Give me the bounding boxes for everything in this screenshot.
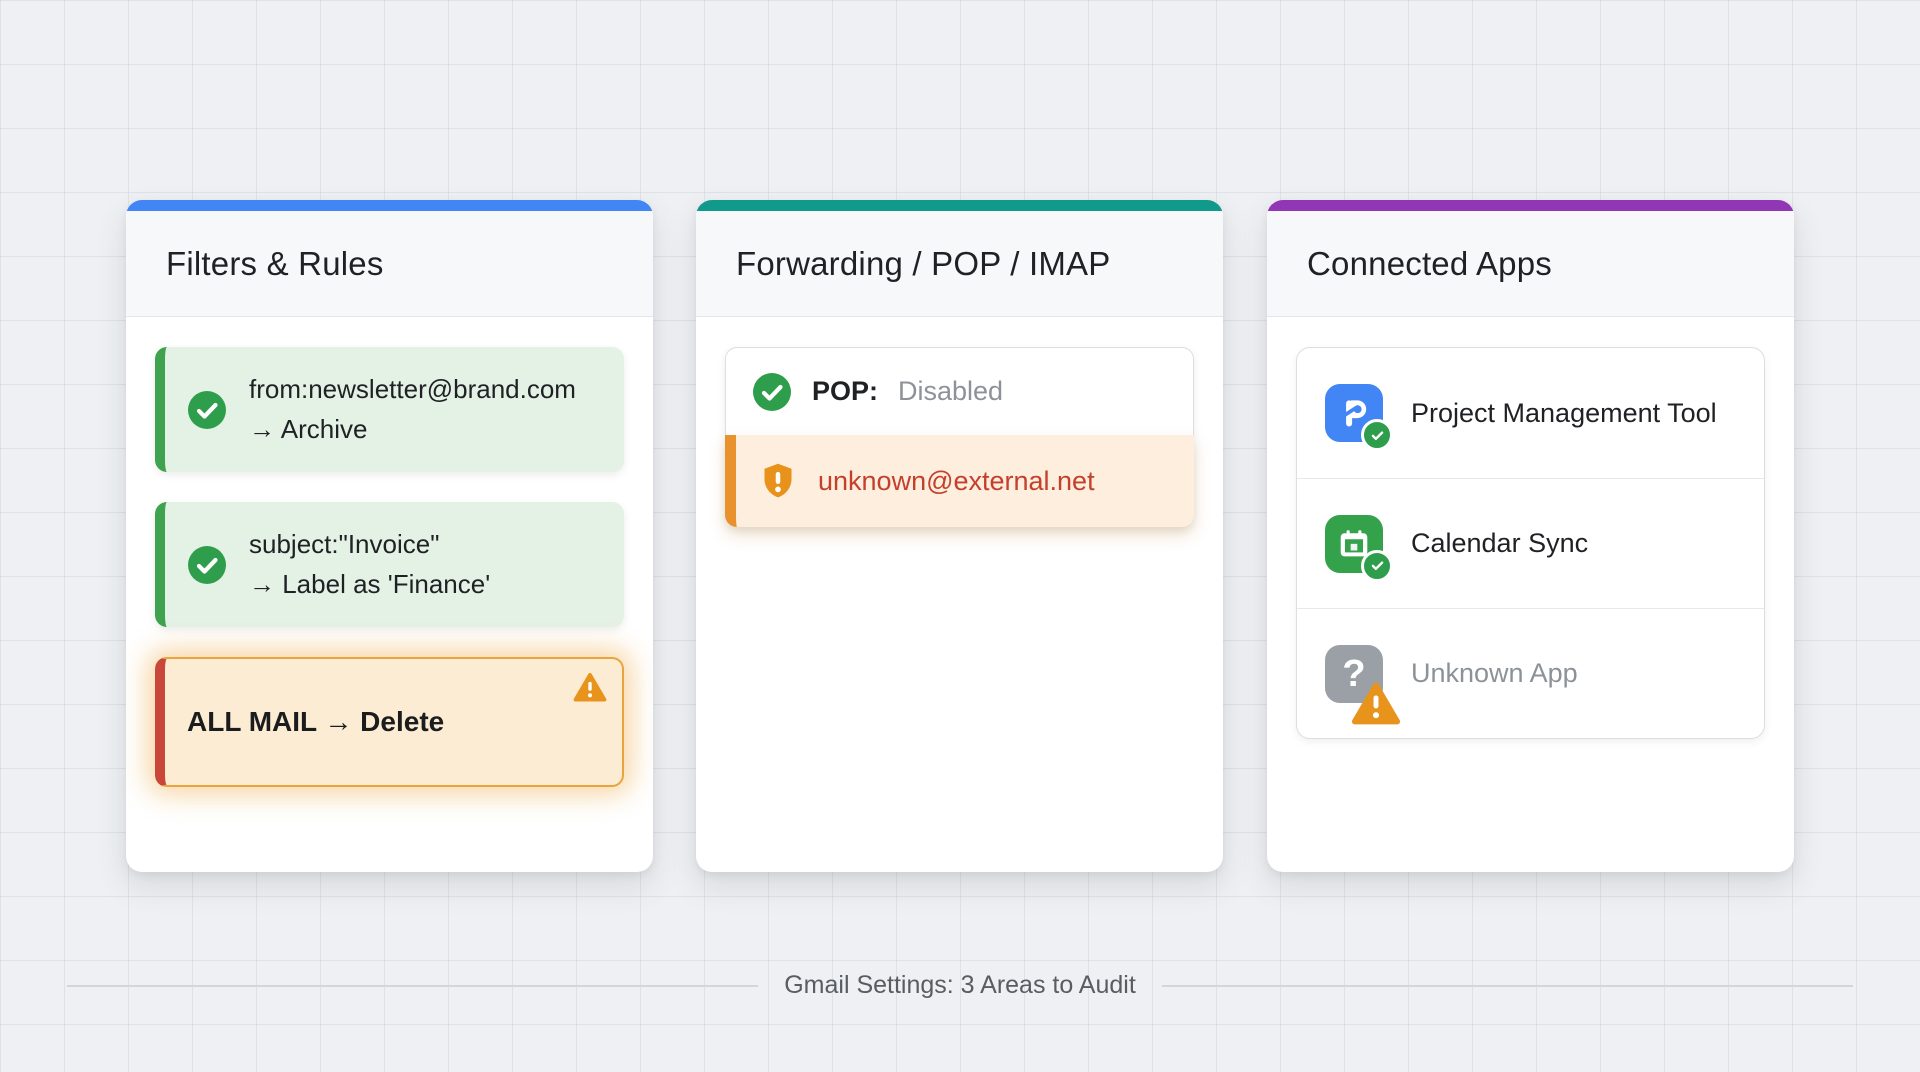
app-icon-wrap: ? xyxy=(1325,645,1383,703)
unknown-forwarding-address-row[interactable]: unknown@external.net xyxy=(725,435,1194,527)
app-name: Unknown App xyxy=(1411,658,1578,689)
filter-rule-invoice[interactable]: subject:"Invoice" → Label as 'Finance' xyxy=(155,502,624,627)
app-name: Project Management Tool xyxy=(1411,398,1717,429)
rule-text: subject:"Invoice" → Label as 'Finance' xyxy=(249,529,490,600)
forwarding-address-text: unknown@external.net xyxy=(818,466,1095,497)
connected-apps-card: Connected Apps xyxy=(1267,200,1794,872)
forwarding-status-box: POP: Disabled unknown@external.net xyxy=(725,347,1194,527)
pop-status-row[interactable]: POP: Disabled xyxy=(725,347,1194,435)
app-row-calendar-sync[interactable]: Calendar Sync xyxy=(1297,478,1764,608)
rule-text: from:newsletter@brand.com → Archive xyxy=(249,374,576,445)
shield-alert-icon xyxy=(760,461,796,501)
pop-value: Disabled xyxy=(898,376,1003,407)
check-circle-icon xyxy=(187,545,227,585)
rule-condition: from:newsletter@brand.com xyxy=(249,374,576,405)
forwarding-accent-bar xyxy=(696,200,1223,211)
apps-accent-bar xyxy=(1267,200,1794,211)
apps-card-title: Connected Apps xyxy=(1267,211,1794,317)
filters-card-title: Filters & Rules xyxy=(126,211,653,317)
app-icon-wrap xyxy=(1325,515,1383,573)
filters-rules-card: Filters & Rules from:newsletter@brand.co… xyxy=(126,200,653,872)
connected-check-badge xyxy=(1361,550,1393,582)
forwarding-card-title: Forwarding / POP / IMAP xyxy=(696,211,1223,317)
rule-action: → Label as 'Finance' xyxy=(249,569,490,600)
warning-triangle-icon xyxy=(573,672,607,702)
caption-divider-left xyxy=(67,985,758,987)
connected-apps-list: Project Management Tool xyxy=(1296,347,1765,739)
filter-rule-delete-all-mail[interactable]: ALL MAIL → Delete xyxy=(155,657,624,787)
pop-label: POP: xyxy=(812,376,878,407)
forwarding-pop-imap-card: Forwarding / POP / IMAP POP: Disabled un… xyxy=(696,200,1223,872)
connected-check-badge xyxy=(1361,419,1393,451)
app-row-unknown-app[interactable]: ? Unknown App xyxy=(1297,608,1764,738)
filters-accent-bar xyxy=(126,200,653,211)
caption-divider-right xyxy=(1162,985,1853,987)
app-row-project-management[interactable]: Project Management Tool xyxy=(1297,348,1764,478)
caption: Gmail Settings: 3 Areas to Audit xyxy=(67,971,1853,1000)
forwarding-card-body: POP: Disabled unknown@external.net xyxy=(696,317,1223,557)
rule-condition: subject:"Invoice" xyxy=(249,529,490,560)
gmail-audit-infographic: { "caption": "Gmail Settings: 3 Areas to… xyxy=(0,0,1920,1072)
rule-danger-text: ALL MAIL → Delete xyxy=(187,706,444,738)
rule-action: → Archive xyxy=(249,414,576,445)
filters-card-body: from:newsletter@brand.com → Archive subj… xyxy=(126,317,653,847)
app-name: Calendar Sync xyxy=(1411,528,1588,559)
app-icon-wrap xyxy=(1325,384,1383,442)
filter-rule-newsletter[interactable]: from:newsletter@brand.com → Archive xyxy=(155,347,624,472)
warning-triangle-badge xyxy=(1351,681,1401,725)
check-circle-icon xyxy=(187,390,227,430)
check-circle-icon xyxy=(752,372,792,412)
caption-text: Gmail Settings: 3 Areas to Audit xyxy=(784,971,1136,1000)
apps-card-body: Project Management Tool xyxy=(1267,317,1794,769)
